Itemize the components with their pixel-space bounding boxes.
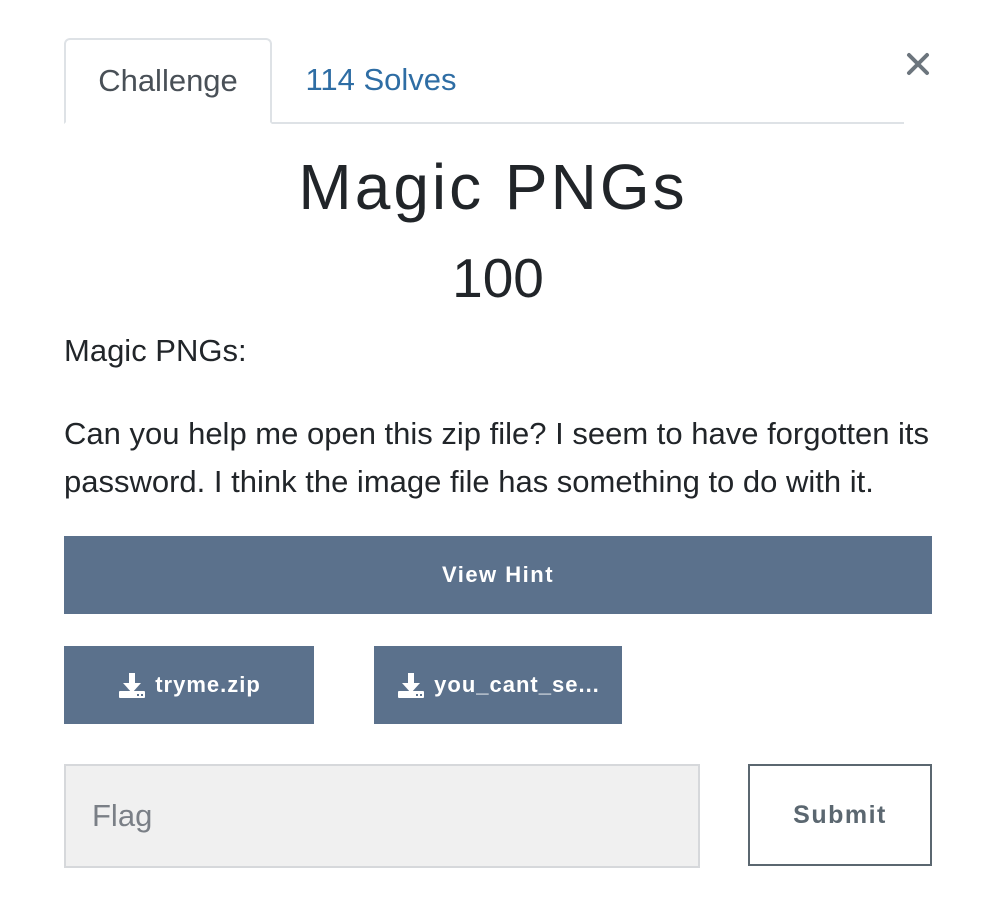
download-icon bbox=[117, 670, 147, 700]
flag-input[interactable] bbox=[64, 764, 700, 868]
close-icon bbox=[907, 53, 929, 75]
download-icon bbox=[396, 670, 426, 700]
download-file-label: tryme.zip bbox=[155, 672, 261, 697]
view-hint-button[interactable]: View Hint bbox=[64, 536, 932, 614]
challenge-title: Magic PNGs bbox=[298, 151, 688, 223]
description-heading: Magic PNGs: bbox=[64, 333, 247, 368]
challenge-modal: Challenge 114 Solves Magic PNGs 100 Magi… bbox=[0, 0, 986, 908]
tab-bar: Challenge 114 Solves bbox=[64, 38, 904, 124]
download-file-label: you_cant_se... bbox=[434, 672, 600, 697]
description-body: Can you help me open this zip file? I se… bbox=[64, 416, 930, 499]
tab-challenge[interactable]: Challenge bbox=[64, 38, 272, 124]
tab-solves-label: 114 Solves bbox=[305, 62, 457, 97]
download-file-button[interactable]: tryme.zip bbox=[64, 646, 314, 724]
close-button[interactable] bbox=[900, 44, 936, 84]
submit-button[interactable]: Submit bbox=[748, 764, 932, 866]
download-file-button[interactable]: you_cant_se... bbox=[374, 646, 622, 724]
tab-challenge-label: Challenge bbox=[98, 63, 238, 98]
submit-label: Submit bbox=[793, 800, 887, 829]
challenge-points: 100 bbox=[452, 247, 544, 309]
tab-solves[interactable]: 114 Solves bbox=[286, 38, 476, 122]
view-hint-label: View Hint bbox=[441, 562, 555, 587]
